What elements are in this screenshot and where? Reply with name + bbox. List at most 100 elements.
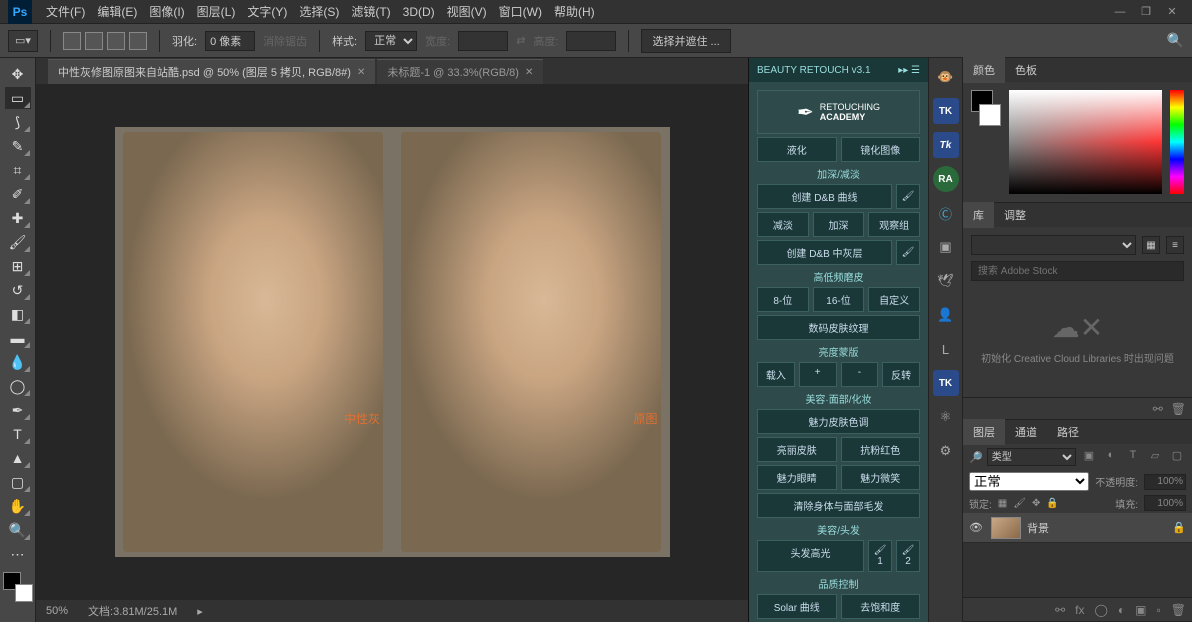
marquee-tool[interactable]: ▭ (5, 87, 31, 109)
tk-italic-icon[interactable]: Tk (933, 132, 959, 158)
eraser-tool[interactable]: ◧ (5, 303, 31, 325)
delete-layer-icon[interactable]: 🗑 (1171, 603, 1186, 617)
layer-thumbnail[interactable] (991, 517, 1021, 539)
minimize-button[interactable]: — (1108, 3, 1132, 21)
menu-item[interactable]: 选择(S) (293, 1, 345, 23)
filter-smart-icon[interactable]: ▢ (1168, 449, 1186, 465)
tab-color[interactable]: 颜色 (963, 57, 1005, 83)
visibility-icon[interactable]: 👁 (969, 521, 985, 534)
move-tool[interactable]: ✥ (5, 63, 31, 85)
zoom-level[interactable]: 50% (46, 605, 68, 617)
glamour-eyes-button[interactable]: 魅力眼睛 (757, 465, 837, 490)
list-view-icon[interactable]: ≡ (1166, 236, 1184, 254)
quick-select-tool[interactable]: ✎ (5, 135, 31, 157)
create-db-curves-button[interactable]: 创建 D&B 曲线 (757, 184, 892, 209)
brush-icon[interactable]: 🖌 (896, 184, 920, 209)
history-brush-tool[interactable]: ↺ (5, 279, 31, 301)
liquify-button[interactable]: 液化 (757, 137, 837, 162)
group-icon[interactable]: ▣ (1135, 603, 1146, 617)
hue-slider[interactable] (1170, 90, 1184, 194)
close-tab-icon[interactable]: ✕ (525, 67, 533, 78)
c-circle-icon[interactable]: Ⓒ (933, 200, 959, 226)
layer-row[interactable]: 👁 背景 🔒 (963, 513, 1192, 543)
tab-adjustments[interactable]: 调整 (994, 202, 1036, 228)
antialias-checkbox[interactable]: 消除锯齿 (263, 33, 307, 49)
document-tab[interactable]: 未标题-1 @ 33.3%(RGB/8)✕ (377, 59, 543, 84)
brush-2-icon[interactable]: 🖌2 (896, 540, 920, 572)
invert-button[interactable]: 反转 (882, 362, 920, 387)
gear-icon[interactable]: ⚙ (933, 438, 959, 464)
solar-curve-button[interactable]: Solar 曲线 (757, 594, 837, 619)
l-icon[interactable]: L (933, 336, 959, 362)
8bit-button[interactable]: 8-位 (757, 287, 809, 312)
new-layer-icon[interactable]: ▫ (1157, 603, 1161, 617)
anti-pink-button[interactable]: 抗粉红色 (841, 437, 921, 462)
lock-pos-icon[interactable]: ✥ (1032, 498, 1040, 509)
fx-icon[interactable]: fx (1075, 603, 1084, 617)
filter-type-icon[interactable]: T (1124, 449, 1142, 465)
load-button[interactable]: 载入 (757, 362, 795, 387)
glamour-smile-button[interactable]: 魅力微笑 (841, 465, 921, 490)
gradient-tool[interactable]: ▬ (5, 327, 31, 349)
bright-skin-button[interactable]: 亮丽皮肤 (757, 437, 837, 462)
menu-item[interactable]: 编辑(E) (91, 1, 143, 23)
panel-collapse-icon[interactable]: ▸▸ ☰ (898, 65, 920, 76)
library-select[interactable] (971, 235, 1136, 255)
lock-trans-icon[interactable]: ▦ (998, 498, 1007, 509)
filter-kind-select[interactable]: 类型 (987, 448, 1076, 466)
selection-new-icon[interactable] (63, 32, 81, 50)
grid-view-icon[interactable]: ▦ (1142, 236, 1160, 254)
link-icon[interactable]: ⚯ (1153, 402, 1163, 416)
path-select-tool[interactable]: ▲ (5, 447, 31, 469)
desaturate-button[interactable]: 去饱和度 (841, 594, 921, 619)
healing-tool[interactable]: ✚ (5, 207, 31, 229)
menu-item[interactable]: 窗口(W) (493, 1, 548, 23)
adjustment-icon[interactable]: ◐ (1118, 603, 1125, 617)
brush-tool[interactable]: 🖌 (5, 231, 31, 253)
mirror-button[interactable]: 镜化图像 (841, 137, 921, 162)
selection-add-icon[interactable] (85, 32, 103, 50)
tk-panel-icon[interactable]: TK (933, 98, 959, 124)
search-icon[interactable]: 🔍 (1167, 32, 1184, 49)
atom-icon[interactable]: ⚛ (933, 404, 959, 430)
blur-tool[interactable]: 💧 (5, 351, 31, 373)
tab-paths[interactable]: 路径 (1047, 419, 1089, 445)
menu-item[interactable]: 3D(D) (397, 1, 441, 23)
opacity-input[interactable] (1144, 474, 1186, 490)
plus-button[interactable]: + (799, 362, 837, 387)
menu-item[interactable]: 视图(V) (441, 1, 493, 23)
mask-icon[interactable]: ◯ (1094, 603, 1107, 617)
menu-item[interactable]: 文字(Y) (241, 1, 293, 23)
tab-libraries[interactable]: 库 (963, 202, 994, 228)
trash-icon[interactable]: 🗑 (1171, 402, 1186, 416)
close-tab-icon[interactable]: ✕ (357, 67, 365, 78)
document-tab[interactable]: 中性灰修图原图来自站酷.psd @ 50% (图层 5 拷贝, RGB/8#)✕ (48, 59, 375, 84)
color-field[interactable] (1009, 90, 1162, 194)
monkey-icon[interactable]: 🐵 (933, 64, 959, 90)
crop-tool[interactable]: ⌗ (5, 159, 31, 181)
type-tool[interactable]: T (5, 423, 31, 445)
menu-item[interactable]: 图像(I) (143, 1, 190, 23)
create-db-gray-button[interactable]: 创建 D&B 中灰层 (757, 240, 892, 265)
minus-button[interactable]: - (841, 362, 879, 387)
brush-icon-2[interactable]: 🖌 (896, 240, 920, 265)
hair-highlight-button[interactable]: 头发高光 (757, 540, 864, 572)
lock-all-icon[interactable]: 🔒 (1046, 498, 1058, 509)
menu-item[interactable]: 滤镜(T) (345, 1, 396, 23)
custom-button[interactable]: 自定义 (868, 287, 920, 312)
tk-panel-icon-2[interactable]: TK (933, 370, 959, 396)
close-button[interactable]: ✕ (1160, 3, 1184, 21)
selection-subtract-icon[interactable] (107, 32, 125, 50)
dodge-button[interactable]: 减淡 (757, 212, 809, 237)
shape-tool[interactable]: ▢ (5, 471, 31, 493)
background-color[interactable] (15, 584, 33, 602)
link-layers-icon[interactable]: ⚯ (1055, 603, 1065, 617)
lasso-tool[interactable]: ⟆ (5, 111, 31, 133)
eyedropper-tool[interactable]: ✐ (5, 183, 31, 205)
bird-icon[interactable]: 🕊 (933, 268, 959, 294)
tool-preset[interactable]: ▭▾ (8, 30, 38, 52)
menu-item[interactable]: 图层(L) (191, 1, 242, 23)
stock-search-input[interactable] (971, 261, 1184, 281)
style-select[interactable]: 正常 (365, 31, 417, 51)
glamour-skin-tone-button[interactable]: 魅力皮肤色调 (757, 409, 920, 434)
